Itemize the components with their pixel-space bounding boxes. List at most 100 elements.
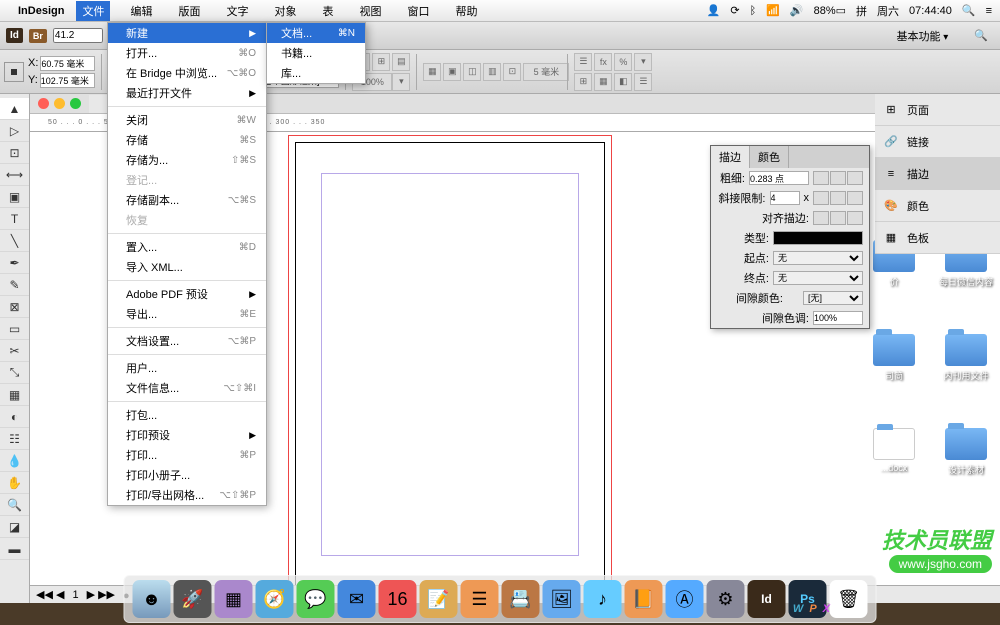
menu-object[interactable]: 对象	[268, 1, 302, 21]
menu-package[interactable]: 打包...	[108, 405, 266, 425]
dock-appstore-icon[interactable]: Ⓐ	[666, 580, 704, 618]
wrap-icons[interactable]: ▦▣◫▥⊡5 毫米	[423, 63, 561, 81]
submenu-book[interactable]: 书籍...	[267, 43, 365, 63]
menu-open[interactable]: 打开...⌘O	[108, 43, 266, 63]
menubar-wifi-icon[interactable]: 📶	[766, 4, 780, 17]
menu-table[interactable]: 表	[316, 1, 339, 21]
miter-input[interactable]	[770, 191, 800, 205]
window-controls[interactable]	[30, 94, 89, 113]
dock-calendar-icon[interactable]: 16	[379, 580, 417, 618]
menu-printpreset[interactable]: 打印预设▶	[108, 425, 266, 445]
page-number[interactable]: 1	[72, 589, 78, 601]
view-mode-tool[interactable]: ▬	[0, 538, 29, 560]
menubar-volume-icon[interactable]: 🔊	[790, 4, 804, 17]
bridge-logo-icon[interactable]: Br	[29, 29, 47, 43]
menu-file[interactable]: 文件	[76, 1, 110, 21]
panel-pages[interactable]: ⊞页面	[875, 94, 1000, 126]
menubar-notification-icon[interactable]: ≡	[986, 5, 992, 17]
folder-3[interactable]: 司简	[864, 334, 924, 382]
menu-bridge[interactable]: 在 Bridge 中浏览...⌥⌘O	[108, 63, 266, 83]
rectangle-tool[interactable]: ▭	[0, 318, 29, 340]
workspace-selector[interactable]: 基本功能 ▾	[896, 28, 948, 44]
panel-links[interactable]: 🔗链接	[875, 126, 1000, 158]
rectangle-frame-tool[interactable]: ⊠	[0, 296, 29, 318]
menu-help[interactable]: 帮助	[449, 1, 483, 21]
menu-user[interactable]: 用户...	[108, 358, 266, 378]
align-center-icon[interactable]	[813, 211, 829, 225]
page-tool[interactable]: ⊡	[0, 142, 29, 164]
type-tool[interactable]: T	[0, 208, 29, 230]
menubar-ime[interactable]: 拼	[856, 3, 867, 19]
misc-icons[interactable]: ☰fx%▾ ⊞▦◧☰	[574, 53, 652, 91]
menu-layout[interactable]: 版面	[172, 1, 206, 21]
cap-round-icon[interactable]	[830, 171, 846, 185]
gap-color-select[interactable]: [无]	[803, 291, 863, 305]
panel-stroke[interactable]: ≡描边	[875, 158, 1000, 190]
dock-reminders-icon[interactable]: ☰	[461, 580, 499, 618]
selection-tool[interactable]: ▲	[0, 98, 29, 120]
zoom-tool[interactable]: 🔍	[0, 494, 29, 516]
pencil-tool[interactable]: ✎	[0, 274, 29, 296]
line-tool[interactable]: ╲	[0, 230, 29, 252]
panel-swatches[interactable]: ▦色板	[875, 222, 1000, 254]
stroke-tab[interactable]: 描边	[711, 146, 750, 168]
page-nav-next[interactable]: ▶ ▶▶	[87, 588, 115, 601]
align-inside-icon[interactable]	[830, 211, 846, 225]
menu-print[interactable]: 打印...⌘P	[108, 445, 266, 465]
dock-missioncontrol-icon[interactable]: ▦	[215, 580, 253, 618]
menu-edit[interactable]: 编辑	[124, 1, 158, 21]
fill-stroke-swap[interactable]: ◪	[0, 516, 29, 538]
menu-save[interactable]: 存储⌘S	[108, 130, 266, 150]
menu-savecopy[interactable]: 存储副本...⌥⌘S	[108, 190, 266, 210]
tint-input[interactable]	[813, 311, 863, 325]
submenu-library[interactable]: 库...	[267, 63, 365, 83]
dock-preview-icon[interactable]: 🖼	[543, 580, 581, 618]
menu-type[interactable]: 文字	[220, 1, 254, 21]
menu-new[interactable]: 新建▶	[108, 23, 266, 43]
minimize-window-icon[interactable]	[54, 98, 65, 109]
join-bevel-icon[interactable]	[847, 191, 863, 205]
dock-trash-icon[interactable]: 🗑	[830, 580, 868, 618]
menu-close[interactable]: 关闭⌘W	[108, 110, 266, 130]
pen-tool[interactable]: ✒	[0, 252, 29, 274]
end-arrow-select[interactable]: 无	[773, 271, 863, 285]
dock-ibooks-icon[interactable]: 📙	[625, 580, 663, 618]
content-collector-tool[interactable]: ▣	[0, 186, 29, 208]
close-window-icon[interactable]	[38, 98, 49, 109]
hand-tool[interactable]: ✋	[0, 472, 29, 494]
dock-safari-icon[interactable]: 🧭	[256, 580, 294, 618]
menu-window[interactable]: 窗口	[401, 1, 435, 21]
note-tool[interactable]: ☷	[0, 428, 29, 450]
gradient-tool[interactable]: ▦	[0, 384, 29, 406]
dock-mail-icon[interactable]: ✉	[338, 580, 376, 618]
gradient-feather-tool[interactable]: ◐	[0, 406, 29, 428]
cap-square-icon[interactable]	[847, 171, 863, 185]
zoom-level-input[interactable]	[53, 28, 103, 43]
menu-saveas[interactable]: 存储为...⇧⌘S	[108, 150, 266, 170]
search-icon[interactable]: 🔍	[974, 29, 988, 42]
scissors-tool[interactable]: ✂	[0, 340, 29, 362]
menubar-user-icon[interactable]: 👤	[707, 4, 721, 17]
dock-launchpad-icon[interactable]: 🚀	[174, 580, 212, 618]
dock-finder-icon[interactable]: ☻	[133, 580, 171, 618]
panel-color[interactable]: 🎨颜色	[875, 190, 1000, 222]
start-arrow-select[interactable]: 无	[773, 251, 863, 265]
dock-indesign-icon[interactable]: Id	[748, 580, 786, 618]
folder-4[interactable]: 内刊用文件	[936, 334, 996, 382]
stroke-type-select[interactable]	[773, 231, 863, 245]
direct-selection-tool[interactable]: ▷	[0, 120, 29, 142]
gap-tool[interactable]: ⟷	[0, 164, 29, 186]
y-coord-input[interactable]	[40, 73, 95, 88]
folder-6[interactable]: 设计素材	[936, 428, 996, 476]
menu-importxml[interactable]: 导入 XML...	[108, 257, 266, 277]
menubar-sync-icon[interactable]: ⟳	[730, 4, 739, 17]
menu-booklet[interactable]: 打印小册子...	[108, 465, 266, 485]
join-miter-icon[interactable]	[813, 191, 829, 205]
color-tab[interactable]: 颜色	[750, 146, 789, 168]
zoom-window-icon[interactable]	[70, 98, 81, 109]
dock-itunes-icon[interactable]: ♪	[584, 580, 622, 618]
x-coord-input[interactable]	[40, 56, 95, 71]
page-nav-prev[interactable]: ◀◀ ◀	[36, 588, 64, 601]
menubar-bluetooth-icon[interactable]: ᛒ	[750, 5, 757, 17]
menu-fileinfo[interactable]: 文件信息...⌥⇧⌘I	[108, 378, 266, 398]
